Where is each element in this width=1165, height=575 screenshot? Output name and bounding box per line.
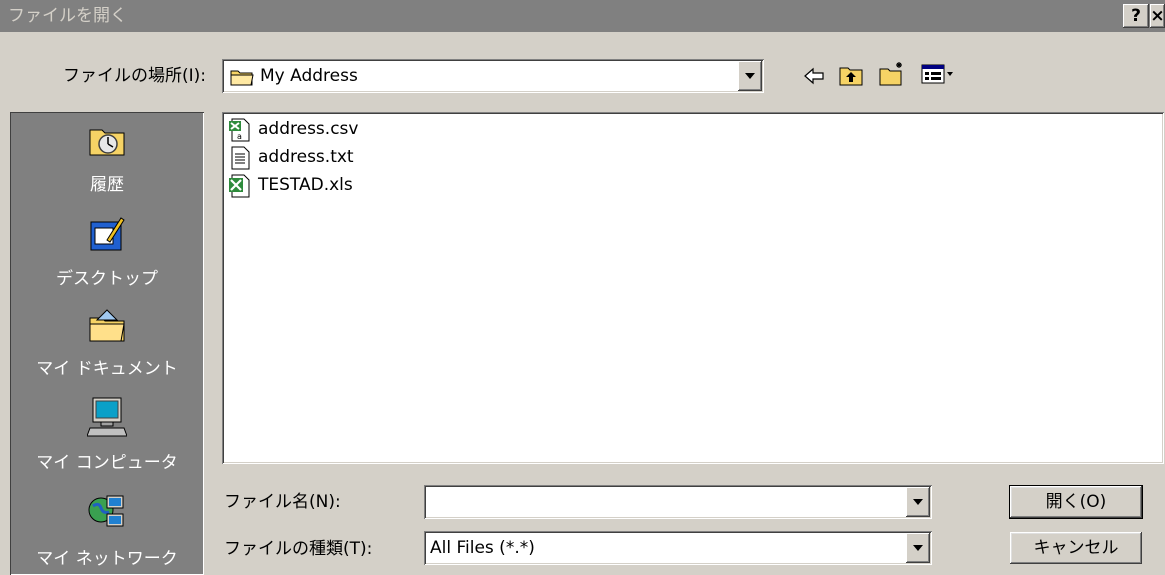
filename-input[interactable] xyxy=(424,485,932,519)
filename-label: ファイル名(N): xyxy=(224,492,341,512)
view-menu-icon[interactable] xyxy=(920,62,956,86)
desktop-icon xyxy=(87,214,127,254)
chevron-down-icon xyxy=(913,499,923,505)
my-network-icon xyxy=(87,492,127,532)
location-dropdown[interactable]: My Address xyxy=(222,59,764,93)
close-button[interactable]: × xyxy=(1150,4,1165,28)
place-label: マイ ドキュメント xyxy=(36,359,178,379)
window-title: ファイルを開く xyxy=(8,6,127,26)
filetype-label: ファイルの種類(T): xyxy=(224,539,373,559)
file-name: address.txt xyxy=(258,147,354,167)
place-label: デスクトップ xyxy=(56,269,158,289)
file-name: address.csv xyxy=(258,119,359,139)
chevron-down-icon xyxy=(913,545,923,551)
svg-text:a: a xyxy=(237,132,242,141)
chevron-down-icon xyxy=(745,73,755,79)
folder-icon xyxy=(230,68,254,91)
excel-file-icon xyxy=(228,174,252,198)
file-name: TESTAD.xls xyxy=(258,175,353,195)
excel-csv-icon: a xyxy=(228,118,252,142)
my-documents-folder-icon xyxy=(87,306,127,346)
filetype-value: All Files (*.*) xyxy=(430,538,535,558)
location-label: ファイルの場所(I): xyxy=(63,66,207,86)
history-folder-icon xyxy=(87,120,127,160)
place-my-network[interactable]: マイ ネットワーク xyxy=(10,486,204,575)
place-label: 履歴 xyxy=(90,175,124,195)
place-history[interactable]: 履歴 xyxy=(10,112,204,204)
help-button[interactable]: ? xyxy=(1123,4,1149,28)
place-label: マイ コンピュータ xyxy=(36,453,178,473)
place-my-computer[interactable]: マイ コンピュータ xyxy=(10,392,204,484)
location-dropdown-button[interactable] xyxy=(738,61,762,91)
location-value: My Address xyxy=(260,66,358,86)
places-bar: 履歴 デスクトップ マイ ドキュメント マイ コンピュータ マイ ネットワーク xyxy=(10,112,204,575)
filetype-dropdown[interactable]: All Files (*.*) xyxy=(424,531,932,565)
filename-dropdown-button[interactable] xyxy=(906,487,930,517)
place-label: マイ ネットワーク xyxy=(36,549,178,569)
open-button[interactable]: 開く(O) xyxy=(1009,485,1143,519)
back-arrow-icon[interactable] xyxy=(802,65,826,87)
title-bar: ファイルを開く ? × xyxy=(0,0,1165,32)
my-computer-icon xyxy=(86,396,128,437)
up-one-level-icon[interactable] xyxy=(838,62,864,88)
place-my-documents[interactable]: マイ ドキュメント xyxy=(10,300,204,390)
place-desktop[interactable]: デスクトップ xyxy=(10,206,204,298)
new-folder-icon[interactable] xyxy=(878,60,906,88)
file-list[interactable]: a address.csv address.txt TESTAD.xls xyxy=(222,112,1164,464)
filetype-dropdown-button[interactable] xyxy=(906,533,930,563)
text-file-icon xyxy=(228,146,252,170)
cancel-button[interactable]: キャンセル xyxy=(1010,532,1142,564)
